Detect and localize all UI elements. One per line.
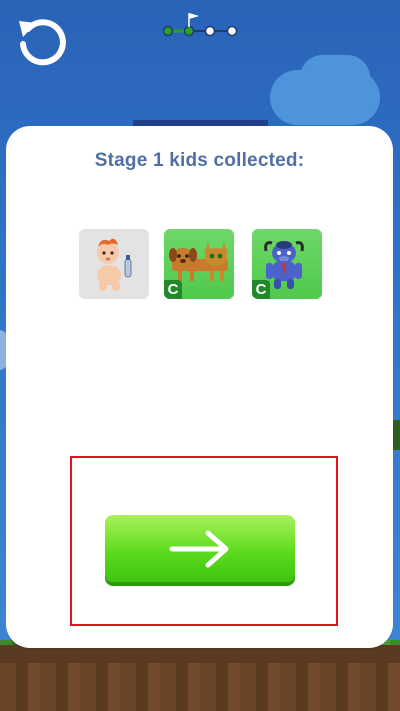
progress-node <box>226 25 238 37</box>
kid-card: C <box>252 229 322 299</box>
kid-card <box>79 229 149 299</box>
kid-badge: C <box>252 280 270 299</box>
progress-node <box>204 25 216 37</box>
progress-node-current <box>183 25 195 37</box>
kid-card: C <box>164 229 234 299</box>
undo-button[interactable] <box>14 14 68 68</box>
baby-kid-icon <box>97 238 132 291</box>
flag-icon <box>188 13 199 27</box>
arrow-right-icon <box>169 530 229 568</box>
next-button[interactable] <box>105 515 295 582</box>
undo-icon <box>19 19 66 66</box>
cloud <box>300 55 370 100</box>
ground <box>0 645 400 711</box>
stage-progress <box>160 10 242 40</box>
progress-node <box>162 25 174 37</box>
panel-title: Stage 1 kids collected: <box>94 150 305 171</box>
kid-badge: C <box>164 280 182 299</box>
